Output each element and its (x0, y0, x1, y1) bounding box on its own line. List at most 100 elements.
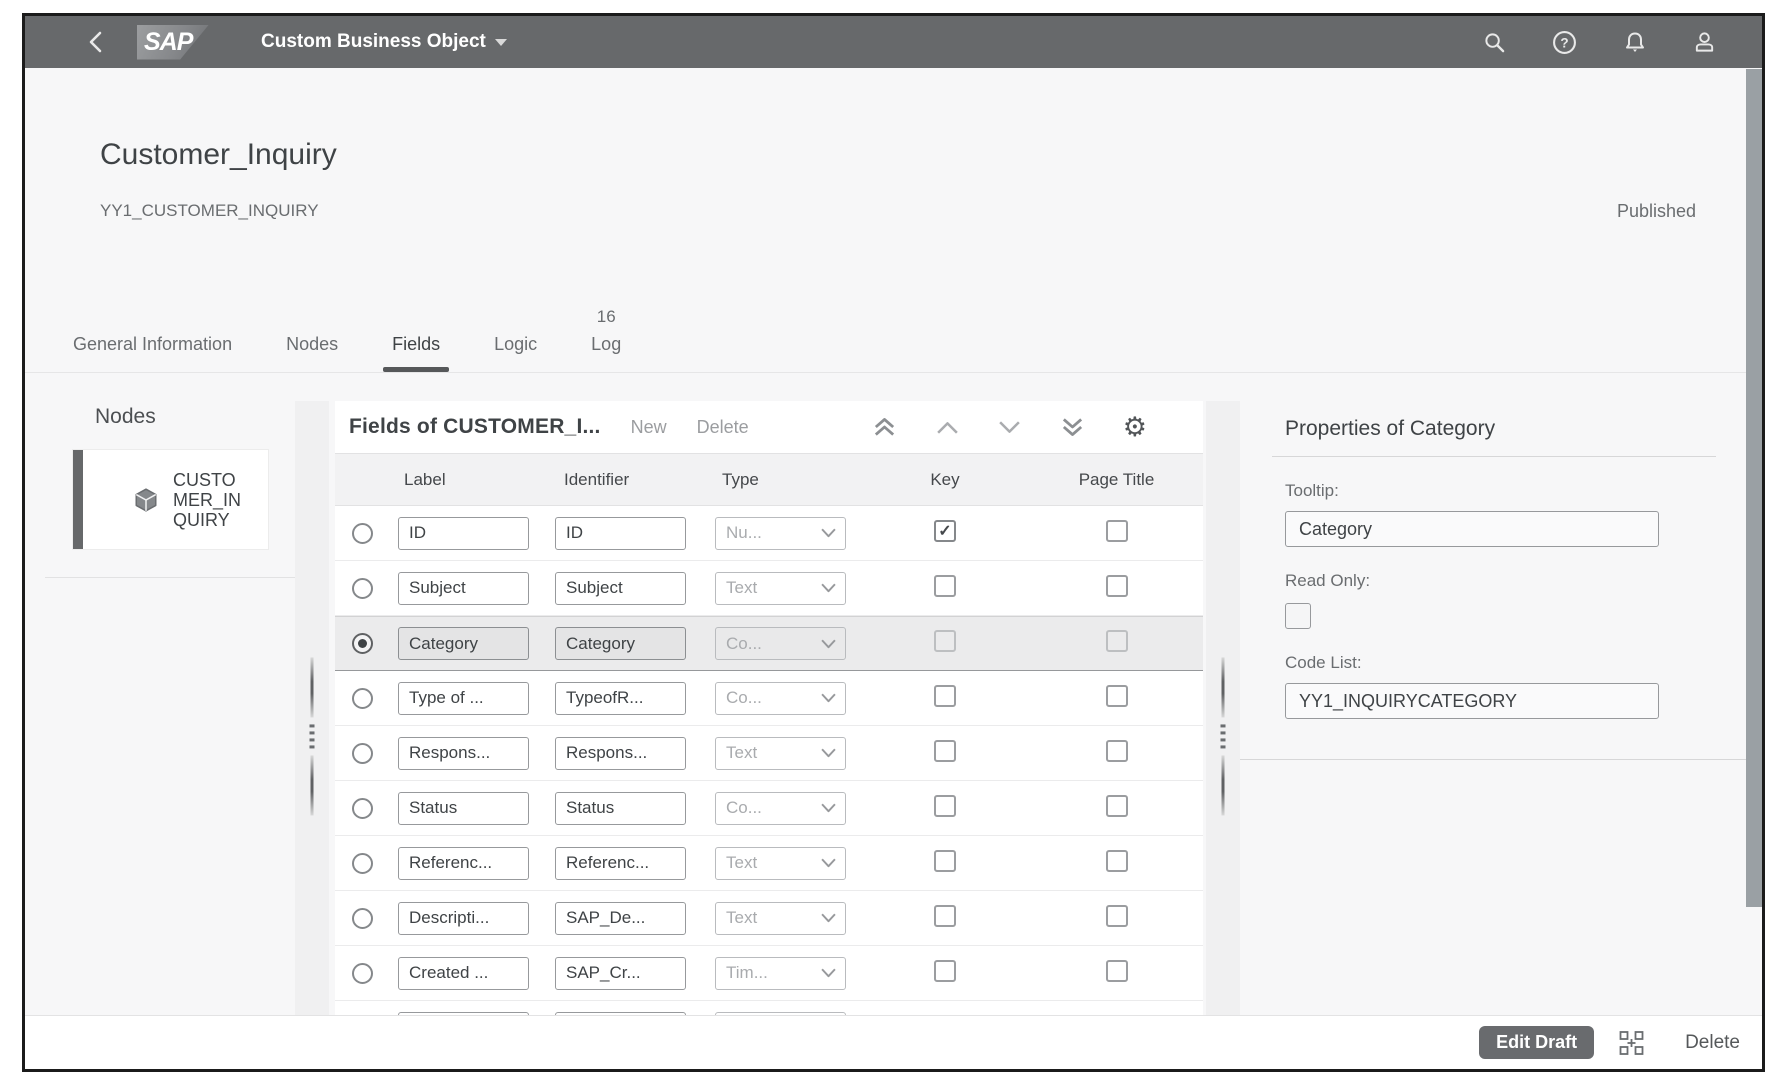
row-select-radio[interactable] (352, 523, 373, 544)
row-type-select[interactable]: Tim... (715, 957, 846, 990)
row-label-input[interactable]: Status (398, 792, 529, 825)
row-label-input[interactable]: Category (398, 627, 529, 660)
row-identifier-input[interactable]: Referenc... (555, 847, 686, 880)
row-key-checkbox[interactable] (934, 520, 956, 542)
table-row[interactable]: Respons... Respons... Text (335, 726, 1203, 781)
row-type-select[interactable]: Text (715, 847, 846, 880)
row-key-checkbox[interactable] (934, 685, 956, 707)
row-key-checkbox[interactable] (934, 960, 956, 982)
delete-button[interactable]: Delete (697, 417, 749, 438)
row-label-input[interactable]: ID (398, 517, 529, 550)
row-page-title-checkbox[interactable] (1106, 850, 1128, 872)
gear-icon[interactable]: ⚙ (1123, 414, 1147, 441)
row-identifier-input[interactable]: Subject (555, 572, 686, 605)
table-row[interactable]: Created ... SAP_Cr... Text (335, 1001, 1203, 1015)
row-page-title-checkbox[interactable] (1106, 960, 1128, 982)
move-bottom-icon[interactable] (1059, 414, 1086, 440)
column-identifier: Identifier (550, 470, 710, 490)
sap-logo: SAP (137, 25, 209, 60)
new-button[interactable]: New (631, 417, 667, 438)
bell-icon[interactable] (1623, 30, 1647, 55)
row-identifier-input[interactable]: Respons... (555, 737, 686, 770)
row-label-input[interactable]: Referenc... (398, 847, 529, 880)
vertical-scrollbar[interactable] (1746, 69, 1762, 907)
move-top-icon[interactable] (871, 414, 898, 440)
row-select-radio[interactable] (352, 853, 373, 874)
table-row[interactable]: Category Category Co... (335, 616, 1203, 671)
row-select-radio[interactable] (352, 743, 373, 764)
row-identifier-input[interactable]: SAP_Cr... (555, 957, 686, 990)
row-identifier-input[interactable]: ID (555, 517, 686, 550)
row-label-input[interactable]: Descripti... (398, 902, 529, 935)
row-page-title-checkbox[interactable] (1106, 520, 1128, 542)
row-select-radio[interactable] (352, 633, 373, 654)
row-type-select[interactable]: Co... (715, 627, 846, 660)
row-key-checkbox[interactable] (934, 740, 956, 762)
edit-draft-button[interactable]: Edit Draft (1479, 1026, 1594, 1059)
move-up-icon[interactable] (935, 420, 960, 435)
app-title-menu[interactable]: Custom Business Object (261, 31, 507, 53)
search-icon[interactable] (1483, 31, 1506, 54)
row-select-radio[interactable] (352, 688, 373, 709)
nodes-panel: Nodes CUSTOMER_INQUIRY (45, 401, 295, 1015)
row-type-select[interactable]: Nu... (715, 517, 846, 550)
row-label-input[interactable]: Respons... (398, 737, 529, 770)
row-identifier-input[interactable]: SAP_De... (555, 902, 686, 935)
tab-nodes[interactable]: Nodes (286, 334, 338, 372)
fields-title: Fields of CUSTOMER_I... (349, 415, 601, 439)
row-type-select[interactable]: Co... (715, 682, 846, 715)
row-label-input[interactable]: Subject (398, 572, 529, 605)
tab-fields[interactable]: Fields (392, 334, 440, 372)
row-select-radio[interactable] (352, 798, 373, 819)
row-page-title-checkbox[interactable] (1106, 575, 1128, 597)
row-label-input[interactable]: Type of ... (398, 682, 529, 715)
tab-log[interactable]: 16Log (591, 307, 621, 372)
table-row[interactable]: ID ID Nu... (335, 506, 1203, 561)
help-icon[interactable]: ? (1552, 30, 1577, 55)
shell-header: SAP Custom Business Object ? (25, 16, 1762, 68)
row-key-checkbox[interactable] (934, 850, 956, 872)
table-row[interactable]: Referenc... Referenc... Text (335, 836, 1203, 891)
splitter-right[interactable] (1206, 401, 1240, 1015)
row-select-radio[interactable] (352, 908, 373, 929)
row-label-input[interactable]: Created ... (398, 957, 529, 990)
row-type-select[interactable]: Text (715, 902, 846, 935)
person-icon[interactable] (1693, 30, 1716, 54)
row-identifier-input[interactable]: Category (555, 627, 686, 660)
row-key-checkbox[interactable] (934, 795, 956, 817)
table-row[interactable]: Type of ... TypeofR... Co... (335, 671, 1203, 726)
row-page-title-checkbox[interactable] (1106, 1015, 1128, 1016)
row-type-select[interactable]: Text (715, 737, 846, 770)
table-row[interactable]: Status Status Co... (335, 781, 1203, 836)
row-page-title-checkbox[interactable] (1106, 740, 1128, 762)
row-select-radio[interactable] (352, 963, 373, 984)
row-key-checkbox[interactable] (934, 630, 956, 652)
row-page-title-checkbox[interactable] (1106, 685, 1128, 707)
delete-draft-button[interactable]: Delete (1685, 1032, 1740, 1054)
tooltip-input[interactable]: Category (1285, 511, 1659, 547)
row-key-checkbox[interactable] (934, 1015, 956, 1016)
code-list-input[interactable]: YY1_INQUIRYCATEGORY (1285, 683, 1659, 719)
tab-general-information[interactable]: General Information (73, 334, 232, 372)
back-icon[interactable] (87, 31, 105, 53)
nodes-heading: Nodes (95, 405, 295, 429)
row-key-checkbox[interactable] (934, 575, 956, 597)
table-row[interactable]: Created ... SAP_Cr... Tim... (335, 946, 1203, 1001)
row-select-radio[interactable] (352, 578, 373, 599)
row-identifier-input[interactable]: TypeofR... (555, 682, 686, 715)
row-page-title-checkbox[interactable] (1106, 795, 1128, 817)
read-only-checkbox[interactable] (1285, 603, 1311, 629)
row-page-title-checkbox[interactable] (1106, 905, 1128, 927)
tab-logic[interactable]: Logic (494, 334, 537, 372)
row-key-checkbox[interactable] (934, 905, 956, 927)
row-page-title-checkbox[interactable] (1106, 630, 1128, 652)
splitter-left[interactable] (295, 401, 329, 1015)
node-item-customer-inquiry[interactable]: CUSTOMER_INQUIRY (72, 449, 269, 550)
move-down-icon[interactable] (997, 420, 1022, 435)
table-row[interactable]: Descripti... SAP_De... Text (335, 891, 1203, 946)
row-type-select[interactable]: Text (715, 572, 846, 605)
row-identifier-input[interactable]: Status (555, 792, 686, 825)
row-type-select[interactable]: Co... (715, 792, 846, 825)
table-row[interactable]: Subject Subject Text (335, 561, 1203, 616)
sitemap-icon[interactable] (1618, 1030, 1645, 1056)
